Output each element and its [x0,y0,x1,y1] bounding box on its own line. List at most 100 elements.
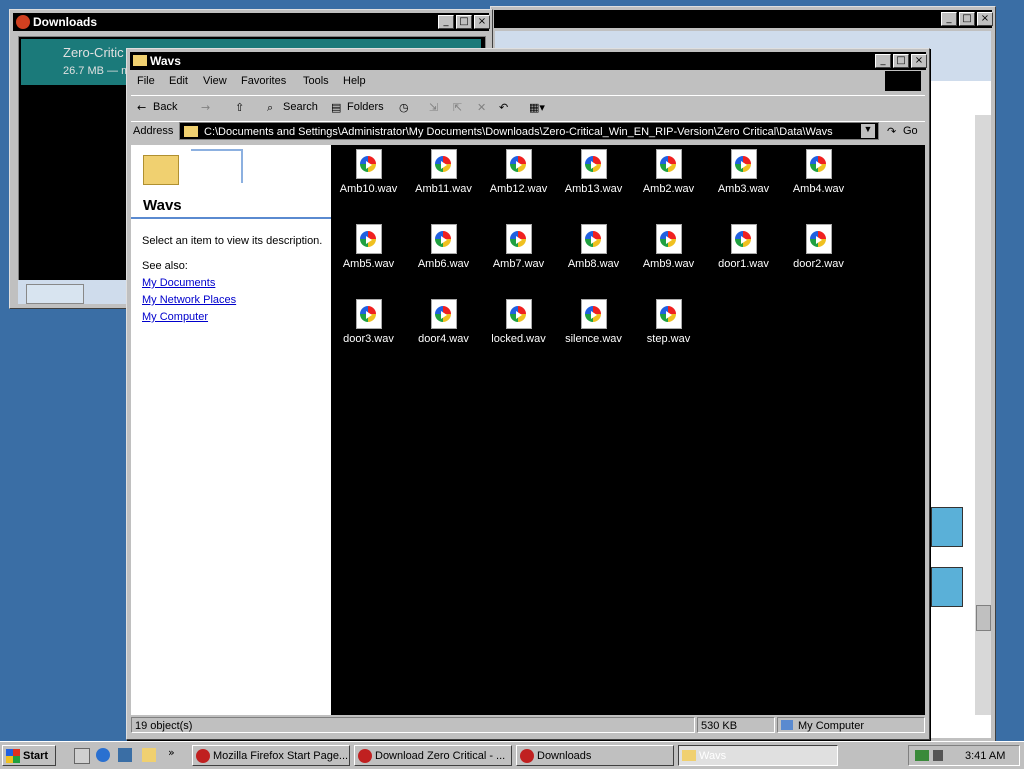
file-item[interactable]: Amb11.wav [406,145,481,220]
start-button[interactable]: Start [2,745,56,766]
move-to-icon[interactable]: ⇲ [429,101,438,114]
volume-icon[interactable] [933,750,943,761]
start-label: Start [23,750,49,762]
clean-up-button[interactable] [26,284,84,304]
forward-arrow-icon[interactable]: → [201,101,210,114]
file-item[interactable]: locked.wav [481,295,556,370]
address-input[interactable]: C:\Documents and Settings\Administrator\… [179,122,879,140]
undo-icon[interactable]: ↶ [499,101,508,114]
minimize-button[interactable]: _ [875,54,891,68]
wav-file-icon [655,224,682,254]
close-button[interactable]: × [474,15,490,29]
file-item[interactable]: Amb2.wav [631,145,706,220]
link-my-network-places[interactable]: My Network Places [142,294,236,306]
minimize-button[interactable]: _ [438,15,454,29]
show-desktop-icon[interactable] [74,748,90,764]
task-pane: Wavs Select an item to view its descript… [131,145,331,715]
network-icon[interactable] [915,750,929,761]
file-item[interactable]: door1.wav [706,220,781,295]
status-location: My Computer [777,717,925,733]
chevron-right-icon[interactable]: » [168,746,175,759]
menu-bar: File Edit View Favorites Tools Help [131,71,925,91]
status-bar: 19 object(s) 530 KB My Computer [131,717,925,735]
file-item[interactable]: Amb9.wav [631,220,706,295]
history-icon[interactable]: ◷ [399,101,409,114]
task-label: Downloads [537,750,592,762]
menu-view[interactable]: View [203,75,227,87]
task-firefox-start-page[interactable]: Mozilla Firefox Start Page... [192,745,350,766]
file-name: Amb11.wav [415,183,472,195]
file-item[interactable]: step.wav [631,295,706,370]
file-item[interactable]: Amb5.wav [331,220,406,295]
file-item[interactable]: Amb13.wav [556,145,631,220]
folders-icon[interactable]: ▤ [331,101,341,114]
menu-tools[interactable]: Tools [303,75,329,87]
search-icon[interactable]: ⌕ [267,101,273,115]
task-label: Mozilla Firefox Start Page... [213,750,349,762]
close-button[interactable]: × [911,54,927,68]
go-button[interactable]: Go [903,125,918,137]
explorer-title: Wavs [150,54,181,68]
downloads-title: Downloads [33,15,98,29]
task-label: Download Zero Critical - ... [375,750,506,762]
menu-favorites[interactable]: Favorites [241,75,286,87]
file-name: Amb6.wav [417,258,470,270]
file-item[interactable]: Amb6.wav [406,220,481,295]
maximize-button[interactable]: □ [959,12,975,26]
see-also-label: See also: [142,260,188,272]
task-downloads[interactable]: Downloads [516,745,674,766]
pane-folder-title: Wavs [143,197,182,214]
minimize-button[interactable]: _ [941,12,957,26]
divider [131,217,331,219]
vertical-scrollbar[interactable] [975,115,991,715]
task-download-zero-critical[interactable]: Download Zero Critical - ... [354,745,512,766]
back-arrow-icon[interactable]: ← [137,101,146,114]
copy-to-icon[interactable]: ⇱ [453,101,462,114]
internet-explorer-icon[interactable] [96,748,110,762]
file-item[interactable]: door4.wav [406,295,481,370]
up-folder-icon[interactable]: ⇧ [235,101,244,114]
maximize-button[interactable]: □ [893,54,909,68]
folder-icon [133,55,147,66]
wav-file-icon [730,224,757,254]
file-item[interactable]: door3.wav [331,295,406,370]
wav-file-icon [580,299,607,329]
computer-icon [781,720,793,730]
menu-help[interactable]: Help [343,75,366,87]
maximize-button[interactable]: □ [456,15,472,29]
go-arrow-icon[interactable]: ↷ [887,125,896,138]
search-button[interactable]: Search [283,101,318,113]
task-wavs[interactable]: Wavs [678,745,838,766]
menu-edit[interactable]: Edit [169,75,188,87]
scrollbar-thumb[interactable] [976,605,991,631]
wav-file-icon [580,149,607,179]
file-item[interactable]: Amb4.wav [781,145,856,220]
address-value: C:\Documents and Settings\Administrator\… [204,126,833,138]
file-item[interactable]: Amb7.wav [481,220,556,295]
file-name: Amb10.wav [339,183,398,195]
file-item[interactable]: door2.wav [781,220,856,295]
file-item[interactable]: Amb10.wav [331,145,406,220]
address-dropdown-icon[interactable]: ▼ [861,124,875,138]
file-item[interactable]: silence.wav [556,295,631,370]
delete-icon[interactable]: ✕ [477,101,486,114]
file-name: Amb7.wav [492,258,545,270]
link-my-computer[interactable]: My Computer [142,311,208,323]
system-tray: 3:41 AM [908,745,1020,766]
back-button[interactable]: Back [153,101,177,113]
explorer-window: Wavs _ □ × File Edit View Favorites Tool… [126,48,930,740]
file-item[interactable]: Amb3.wav [706,145,781,220]
views-icon[interactable]: ▦▾ [529,101,545,114]
link-my-documents[interactable]: My Documents [142,277,215,289]
file-item[interactable]: Amb12.wav [481,145,556,220]
file-name: silence.wav [565,333,622,345]
media-player-icon[interactable] [118,748,132,762]
explorer-titlebar: Wavs [130,52,926,70]
address-label: Address [133,125,174,137]
menu-file[interactable]: File [137,75,155,87]
explorer-quicklaunch-icon[interactable] [142,748,156,762]
file-item[interactable]: Amb8.wav [556,220,631,295]
taskbar: Start » Mozilla Firefox Start Page... Do… [0,741,1024,769]
close-button[interactable]: × [977,12,993,26]
folders-button[interactable]: Folders [347,101,384,113]
